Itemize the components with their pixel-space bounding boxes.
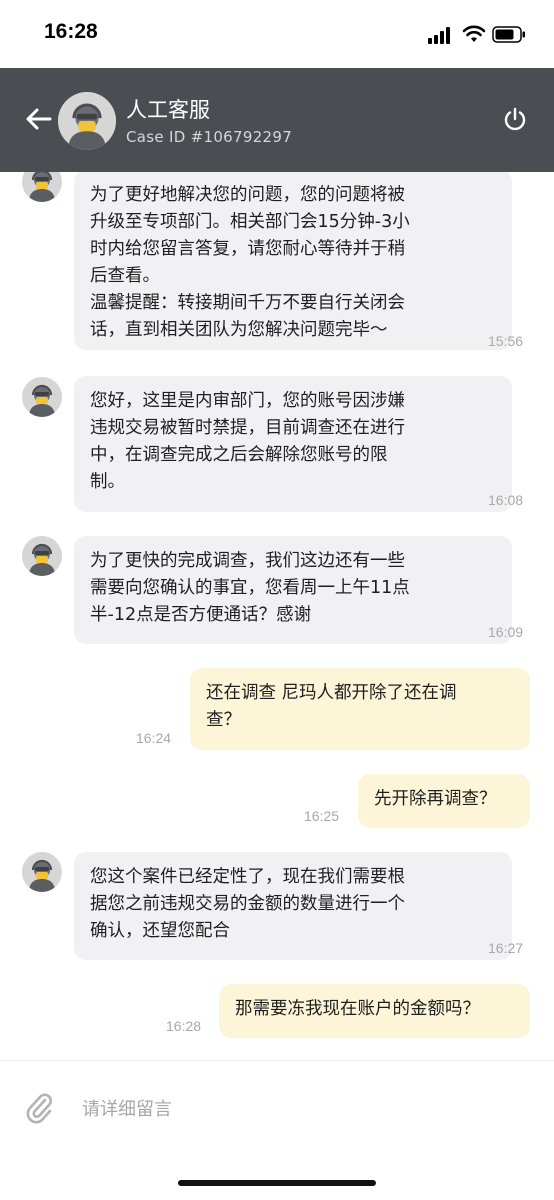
message-timestamp: 16:24: [136, 730, 172, 746]
message-text-line: 查？: [206, 710, 241, 730]
case-id: Case ID #106792297: [126, 128, 293, 146]
message-input-bar: 请详细留言: [0, 1060, 554, 1157]
home-indicator: [178, 1180, 376, 1186]
message-text-line: 为了更好地解决您的问题，您的问题将被: [90, 185, 405, 205]
user-message-bubble[interactable]: 先开除再调查？: [358, 774, 530, 828]
chat-header: 人工客服 Case ID #106792297: [0, 68, 554, 172]
support-agent-icon: [22, 377, 62, 417]
agent-avatar: [22, 377, 62, 417]
paperclip-icon[interactable]: [24, 1091, 56, 1125]
agent-avatar: [22, 536, 62, 576]
message-text-line: 还在调查 尼玛人都开除了还在调: [206, 683, 457, 703]
message-text-line: 为了更快的完成调查，我们这边还有一些: [90, 551, 405, 571]
status-time: 16:28: [44, 20, 98, 43]
status-bar: 16:28: [0, 0, 554, 68]
user-message-bubble[interactable]: 还在调查 尼玛人都开除了还在调 查？: [190, 668, 530, 750]
message-text-line: 后查看。: [90, 266, 160, 286]
message-text-line: 据您之前违规交易的金额的数量进行一个: [90, 894, 405, 914]
message-text-line: 中，在调查完成之后会解除您账号的限: [90, 445, 388, 465]
support-agent-icon: [22, 172, 62, 202]
message-timestamp: 16:08: [488, 492, 524, 508]
message-text-line: 温馨提醒：转接期间千万不要自行关闭会: [90, 293, 405, 313]
agent-avatar: [22, 172, 62, 202]
message-text-line: 制。: [90, 472, 125, 492]
message-text-line: 您这个案件已经定性了，现在我们需要根: [90, 867, 405, 887]
agent-message-bubble[interactable]: 您这个案件已经定性了，现在我们需要根 据您之前违规交易的金额的数量进行一个 确认，还…: [74, 852, 512, 960]
message-text-line: 需要向您确认的事宜，您看周一上午11点: [90, 578, 410, 598]
power-icon[interactable]: [502, 106, 528, 132]
message-text-line: 半-12点是否方便通话？感谢: [90, 605, 312, 625]
message-text-line: 升级至专项部门。相关部门会15分钟-3小: [90, 212, 410, 232]
message-text-line: 话，直到相关团队为您解决问题完毕～: [90, 320, 388, 340]
message-text-line: 时内给您留言答复，请您耐心等待并于稍: [90, 239, 405, 259]
message-timestamp: 16:28: [166, 1018, 202, 1034]
arrow-left-icon[interactable]: [24, 104, 54, 134]
user-message-bubble[interactable]: 那需要冻我现在账户的金额吗？: [219, 984, 530, 1038]
battery-icon: [492, 26, 525, 43]
chat-title: 人工客服: [126, 98, 210, 122]
support-agent-icon: [22, 852, 62, 892]
message-text-line: 先开除再调查？: [374, 789, 497, 809]
wifi-icon: [462, 25, 486, 42]
message-timestamp: 16:27: [488, 940, 524, 956]
message-input[interactable]: 请详细留言: [82, 1095, 172, 1121]
message-text-line: 那需要冻我现在账户的金额吗？: [235, 999, 480, 1019]
cellular-signal-icon: [428, 26, 454, 44]
agent-message-bubble[interactable]: 为了更快的完成调查，我们这边还有一些 需要向您确认的事宜，您看周一上午11点 半-1…: [74, 536, 512, 644]
agent-avatar: [22, 852, 62, 892]
agent-message-bubble[interactable]: 为了更好地解决您的问题，您的问题将被 升级至专项部门。相关部门会15分钟-3小 时内…: [74, 172, 512, 350]
message-text-line: 您好，这里是内审部门，您的账号因涉嫌: [90, 391, 405, 411]
support-agent-icon: [22, 536, 62, 576]
message-timestamp: 16:09: [488, 624, 524, 640]
message-timestamp: 15:56: [488, 333, 524, 349]
support-agent-icon: [58, 92, 116, 150]
message-text-line: 确认，还望您配合: [90, 921, 230, 941]
agent-message-bubble[interactable]: 您好，这里是内审部门，您的账号因涉嫌 违规交易被暂时禁提，目前调查还在进行 中，在调…: [74, 376, 512, 512]
agent-avatar[interactable]: [58, 92, 116, 150]
message-text-line: 违规交易被暂时禁提，目前调查还在进行: [90, 418, 405, 438]
chat-messages[interactable]: 为了更好地解决您的问题，您的问题将被 升级至专项部门。相关部门会15分钟-3小 时内…: [0, 172, 554, 1060]
message-timestamp: 16:25: [304, 808, 340, 824]
